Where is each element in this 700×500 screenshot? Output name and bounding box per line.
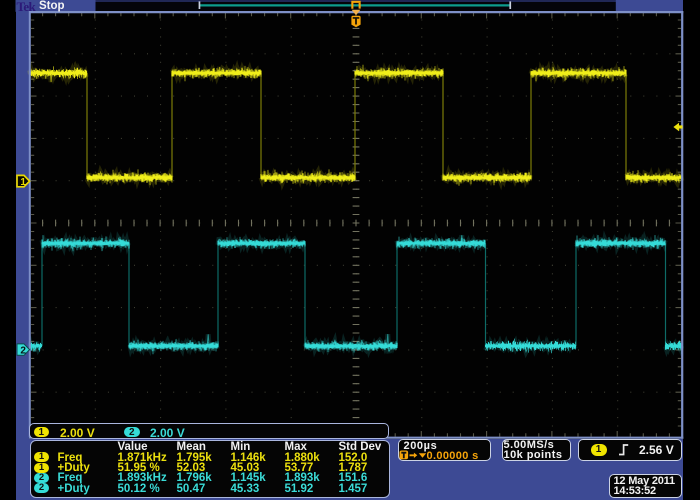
svg-text:1: 1 bbox=[20, 177, 26, 188]
svg-text:2: 2 bbox=[20, 345, 26, 356]
